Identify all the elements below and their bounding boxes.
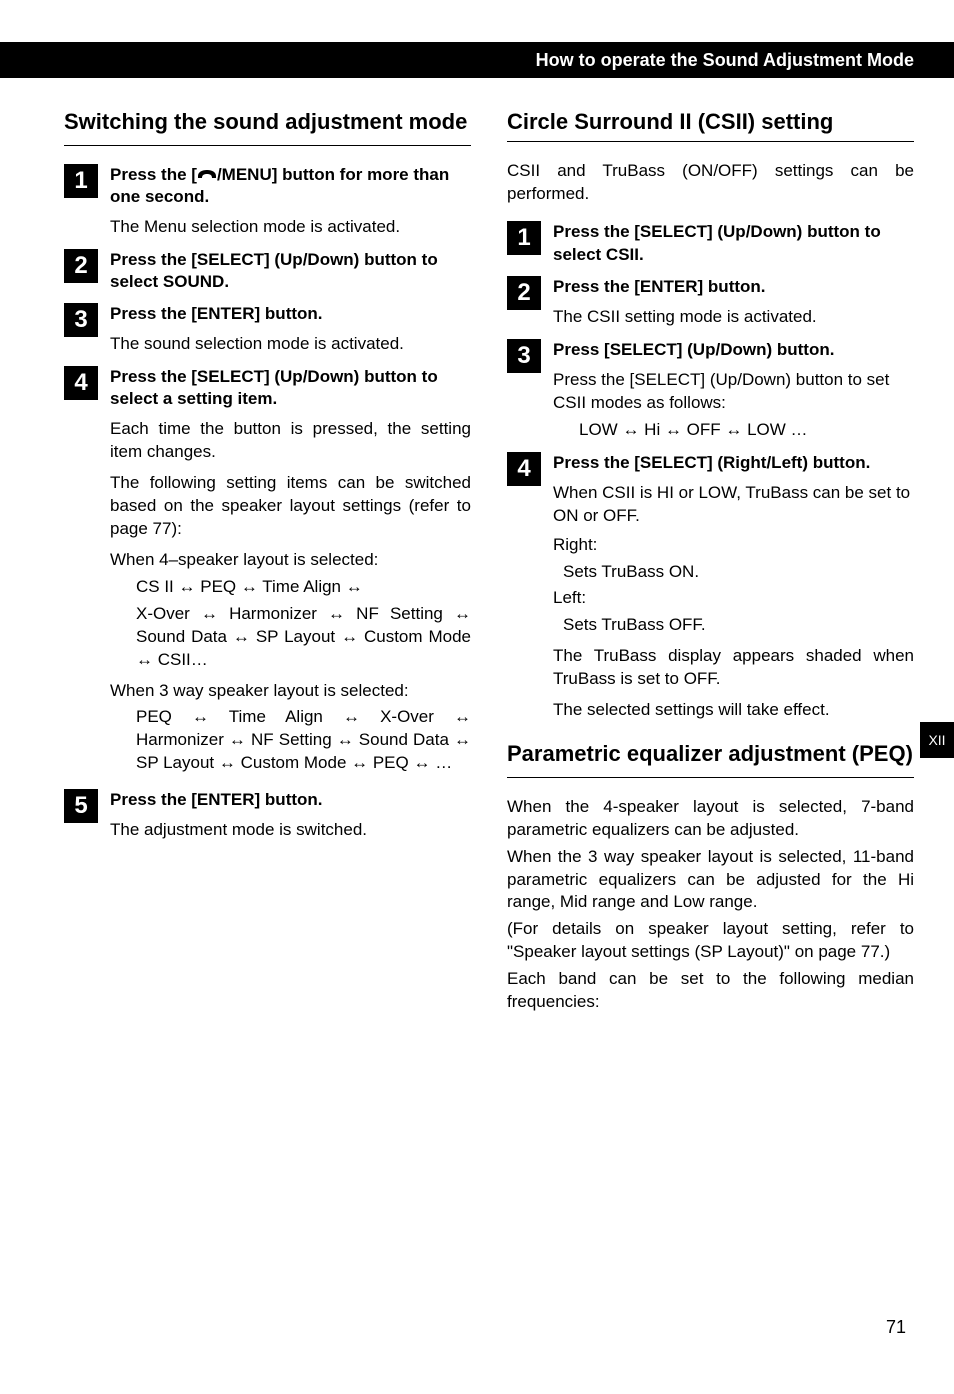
- step-body: Press the [ENTER] button. The CSII setti…: [553, 276, 914, 329]
- step-number: 3: [64, 303, 98, 337]
- csii-step-2: 2 Press the [ENTER] button. The CSII set…: [507, 276, 914, 329]
- left-heading: Switching the sound adjustment mode: [64, 108, 471, 137]
- page-number: 71: [886, 1317, 906, 1338]
- step-body: Press the [ENTER] button. The sound sele…: [110, 303, 471, 356]
- step-body: Press the [SELECT] (Up/Down) button to s…: [553, 221, 914, 265]
- step-number: 2: [64, 249, 98, 283]
- step-number: 2: [507, 276, 541, 310]
- step-title: Press the [/MENU] button for more than o…: [110, 164, 471, 208]
- step-2: 2 Press the [SELECT] (Up/Down) button to…: [64, 249, 471, 293]
- side-tab: XII: [920, 722, 954, 758]
- step-body: Press the [SELECT] (Up/Down) button to s…: [110, 249, 471, 293]
- csii-step-4: 4 Press the [SELECT] (Right/Left) button…: [507, 452, 914, 723]
- step-text: The Menu selection mode is activated.: [110, 216, 471, 239]
- step-number: 1: [507, 221, 541, 255]
- csii-sequence: LOW ↔ Hi ↔ OFF ↔ LOW …: [579, 419, 914, 442]
- step-title: Press the [ENTER] button.: [553, 276, 914, 298]
- step-4: 4 Press the [SELECT] (Up/Down) button to…: [64, 366, 471, 775]
- step-text: When CSII is HI or LOW, TruBass can be s…: [553, 482, 914, 528]
- peq-p1: When the 4-speaker layout is selected, 7…: [507, 796, 914, 842]
- step-text: The adjustment mode is switched.: [110, 819, 471, 842]
- sequence-3way: PEQ ↔ Time Align ↔ X-Over ↔ Harmonizer ↔…: [136, 706, 471, 775]
- step-3: 3 Press the [ENTER] button. The sound se…: [64, 303, 471, 356]
- step-body: Press the [ENTER] button. The adjustment…: [110, 789, 471, 842]
- step-number: 4: [64, 366, 98, 400]
- step-1: 1 Press the [/MENU] button for more than…: [64, 164, 471, 239]
- step-title: Press the [ENTER] button.: [110, 303, 471, 325]
- rule: [507, 777, 914, 778]
- sequence-4spk-a: CS II ↔ PEQ ↔ Time Align ↔: [136, 576, 471, 599]
- right-text: Sets TruBass ON.: [563, 561, 914, 584]
- csii-step-1: 1 Press the [SELECT] (Up/Down) button to…: [507, 221, 914, 265]
- step-5: 5 Press the [ENTER] button. The adjustme…: [64, 789, 471, 842]
- step-text: Press the [SELECT] (Up/Down) button to s…: [553, 369, 914, 415]
- right-label: Right:: [553, 534, 914, 557]
- left-label: Left:: [553, 587, 914, 610]
- peq-p4: Each band can be set to the following me…: [507, 968, 914, 1014]
- step-title: Press [SELECT] (Up/Down) button.: [553, 339, 914, 361]
- rule: [507, 141, 914, 142]
- rule: [64, 145, 471, 146]
- step-title: Press the [ENTER] button.: [110, 789, 471, 811]
- peq-p3: (For details on speaker layout setting, …: [507, 918, 914, 964]
- step-body: Press the [SELECT] (Right/Left) button. …: [553, 452, 914, 723]
- step-text: The sound selection mode is activated.: [110, 333, 471, 356]
- step-number: 3: [507, 339, 541, 373]
- step-number: 4: [507, 452, 541, 486]
- step-text: When 3 way speaker layout is selected:: [110, 680, 471, 703]
- step-text: The following setting items can be switc…: [110, 472, 471, 541]
- step-text: The TruBass display appears shaded when …: [553, 645, 914, 691]
- csii-step-3: 3 Press [SELECT] (Up/Down) button. Press…: [507, 339, 914, 442]
- right-column: Circle Surround II (CSII) setting CSII a…: [507, 108, 914, 1014]
- step-body: Press the [/MENU] button for more than o…: [110, 164, 471, 239]
- sequence-4spk-b: X-Over ↔ Harmonizer ↔ NF Setting ↔ Sound…: [136, 603, 471, 672]
- step-number: 5: [64, 789, 98, 823]
- title-pre: Press the [: [110, 165, 197, 184]
- step-title: Press the [SELECT] (Right/Left) button.: [553, 452, 914, 474]
- left-column: Switching the sound adjustment mode 1 Pr…: [64, 108, 471, 1014]
- step-title: Press the [SELECT] (Up/Down) button to s…: [110, 366, 471, 410]
- right-heading-b: Parametric equalizer adjustment (PEQ): [507, 740, 914, 769]
- intro-a: CSII and TruBass (ON/OFF) settings can b…: [507, 160, 914, 206]
- content-columns: Switching the sound adjustment mode 1 Pr…: [0, 78, 954, 1014]
- step-text: The CSII setting mode is activated.: [553, 306, 914, 329]
- step-number: 1: [64, 164, 98, 198]
- step-text: When 4–speaker layout is selected:: [110, 549, 471, 572]
- step-body: Press [SELECT] (Up/Down) button. Press t…: [553, 339, 914, 442]
- step-title: Press the [SELECT] (Up/Down) button to s…: [553, 221, 914, 265]
- step-text: Each time the button is pressed, the set…: [110, 418, 471, 464]
- header-title: How to operate the Sound Adjustment Mode: [536, 50, 914, 71]
- step-text: The selected settings will take effect.: [553, 699, 914, 722]
- phone-menu-icon: [197, 167, 217, 181]
- step-body: Press the [SELECT] (Up/Down) button to s…: [110, 366, 471, 775]
- left-text: Sets TruBass OFF.: [563, 614, 914, 637]
- peq-p2: When the 3 way speaker layout is selecte…: [507, 846, 914, 915]
- step-title: Press the [SELECT] (Up/Down) button to s…: [110, 249, 471, 293]
- header-bar: How to operate the Sound Adjustment Mode: [0, 42, 954, 78]
- right-heading-a: Circle Surround II (CSII) setting: [507, 108, 914, 137]
